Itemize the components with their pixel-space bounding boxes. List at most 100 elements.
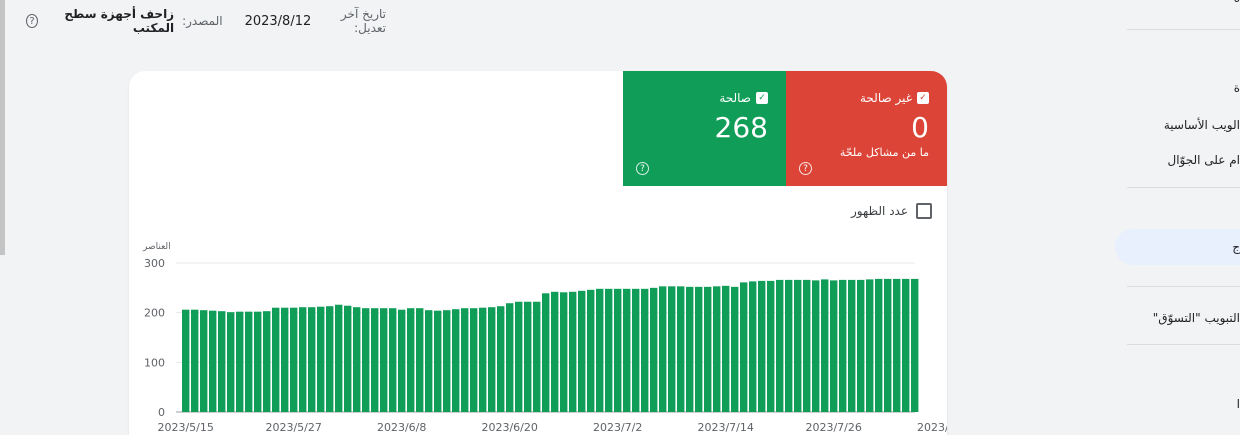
chart-bar[interactable] (812, 280, 820, 412)
nav-item-text[interactable]: ة (1234, 81, 1240, 95)
chart-bar[interactable] (524, 301, 532, 412)
chart-bar[interactable] (578, 290, 586, 412)
chart-bar[interactable] (497, 306, 505, 412)
nav-item-active-label[interactable]: ج (1232, 240, 1240, 254)
chart-bar[interactable] (461, 308, 469, 412)
chart-bar[interactable] (326, 306, 334, 412)
chart-bar[interactable] (560, 292, 568, 412)
chart-bar[interactable] (749, 281, 757, 412)
chart-bar[interactable] (299, 307, 307, 412)
chart-bar[interactable] (731, 286, 739, 412)
chart-bar[interactable] (704, 286, 712, 412)
chart-bar[interactable] (263, 311, 271, 412)
chart-bar[interactable] (398, 309, 406, 412)
help-icon[interactable]: ? (26, 14, 38, 28)
chart-bar[interactable] (686, 286, 694, 412)
page-scrollbar[interactable] (0, 0, 5, 255)
chart-bar[interactable] (236, 311, 244, 412)
nav-item-text[interactable]: ة (1234, 0, 1240, 5)
chart-bar[interactable] (911, 278, 919, 412)
chart-bar[interactable] (488, 307, 496, 412)
chart-bar[interactable] (713, 286, 721, 412)
nav-item-text[interactable]: ا (1237, 397, 1240, 411)
chart-bar[interactable] (740, 282, 748, 412)
chart-bar[interactable] (533, 301, 541, 412)
chart-bar[interactable] (758, 280, 766, 412)
chart-bar[interactable] (515, 301, 523, 412)
chart-bar[interactable] (407, 308, 415, 412)
chart-bar[interactable] (776, 279, 784, 412)
chart-bar[interactable] (380, 308, 388, 412)
chart-bar[interactable] (857, 279, 865, 412)
valid-status-tile[interactable]: ✓ صالحة 268 ? (623, 71, 786, 186)
nav-item-active[interactable] (1115, 229, 1240, 265)
chart-bar[interactable] (623, 288, 631, 412)
chart-bar[interactable] (416, 308, 424, 412)
chart-bar[interactable] (614, 288, 622, 412)
nav-item-core-web-vitals[interactable]: الويب الأساسية (1164, 118, 1240, 132)
chart-bar[interactable] (191, 309, 199, 412)
chart-bar[interactable] (830, 280, 838, 412)
chart-bar[interactable] (551, 291, 559, 412)
impressions-toggle[interactable]: عدد الظهور (851, 203, 932, 219)
chart-bar[interactable] (839, 279, 847, 412)
chart-bar[interactable] (542, 293, 550, 412)
chart-bar[interactable] (200, 310, 208, 412)
chart-bar[interactable] (371, 308, 379, 412)
chart-bar[interactable] (893, 278, 901, 412)
chart-bar[interactable] (659, 286, 667, 412)
chart-bar[interactable] (290, 307, 298, 412)
chart-bar[interactable] (218, 311, 226, 412)
chart-bar[interactable] (866, 279, 874, 412)
chart-bar[interactable] (794, 279, 802, 412)
chart-bar[interactable] (569, 291, 577, 412)
chart-bar[interactable] (452, 309, 460, 412)
chart-bar[interactable] (875, 278, 883, 412)
chart-bar[interactable] (767, 280, 775, 412)
chart-bar[interactable] (632, 288, 640, 412)
chart-bar[interactable] (677, 286, 685, 412)
checkbox-checked-icon[interactable]: ✓ (917, 92, 929, 104)
chart-bar[interactable] (335, 304, 343, 412)
chart-bar[interactable] (722, 285, 730, 412)
help-icon[interactable]: ? (636, 162, 649, 175)
help-icon[interactable]: ? (799, 162, 812, 175)
chart-bar[interactable] (650, 287, 658, 412)
checkbox-unchecked-icon[interactable] (916, 203, 932, 219)
chart-bar[interactable] (245, 311, 253, 412)
chart-bar[interactable] (470, 308, 478, 412)
checkbox-checked-icon[interactable]: ✓ (756, 92, 768, 104)
chart-bar[interactable] (344, 305, 352, 412)
chart-bar[interactable] (272, 307, 280, 412)
chart-bar[interactable] (443, 310, 451, 412)
chart-bar[interactable] (353, 307, 361, 412)
chart-bar[interactable] (308, 307, 316, 412)
chart-bar[interactable] (884, 278, 892, 412)
invalid-status-tile[interactable]: ✓ غير صالحة 0 ما من مشاكل ملحّة ? (786, 71, 947, 186)
nav-item-shopping-tab[interactable]: التبويب "التسوّق" (1153, 311, 1240, 325)
chart-bar[interactable] (902, 278, 910, 412)
chart-bar[interactable] (281, 307, 289, 412)
chart-bar[interactable] (695, 286, 703, 412)
chart-bar[interactable] (182, 309, 190, 412)
chart-bar[interactable] (785, 279, 793, 412)
chart-bar[interactable] (362, 308, 370, 412)
chart-bar[interactable] (587, 289, 595, 412)
chart-bar[interactable] (209, 310, 217, 412)
nav-item-mobile-usability[interactable]: ام على الجوّال (1167, 153, 1240, 167)
chart-bar[interactable] (434, 310, 442, 412)
chart-bar[interactable] (389, 308, 397, 412)
chart-bar[interactable] (605, 288, 613, 412)
chart-bar[interactable] (254, 311, 262, 412)
chart-bar[interactable] (848, 279, 856, 412)
chart-bar[interactable] (506, 303, 514, 412)
chart-bar[interactable] (596, 288, 604, 412)
chart-bar[interactable] (425, 310, 433, 412)
chart-bar[interactable] (227, 312, 235, 412)
chart-bar[interactable] (317, 306, 325, 412)
chart-bar[interactable] (479, 307, 487, 412)
chart-bar[interactable] (641, 288, 649, 412)
chart-bar[interactable] (821, 279, 829, 412)
chart-bar[interactable] (668, 286, 676, 412)
chart-bar[interactable] (803, 279, 811, 412)
